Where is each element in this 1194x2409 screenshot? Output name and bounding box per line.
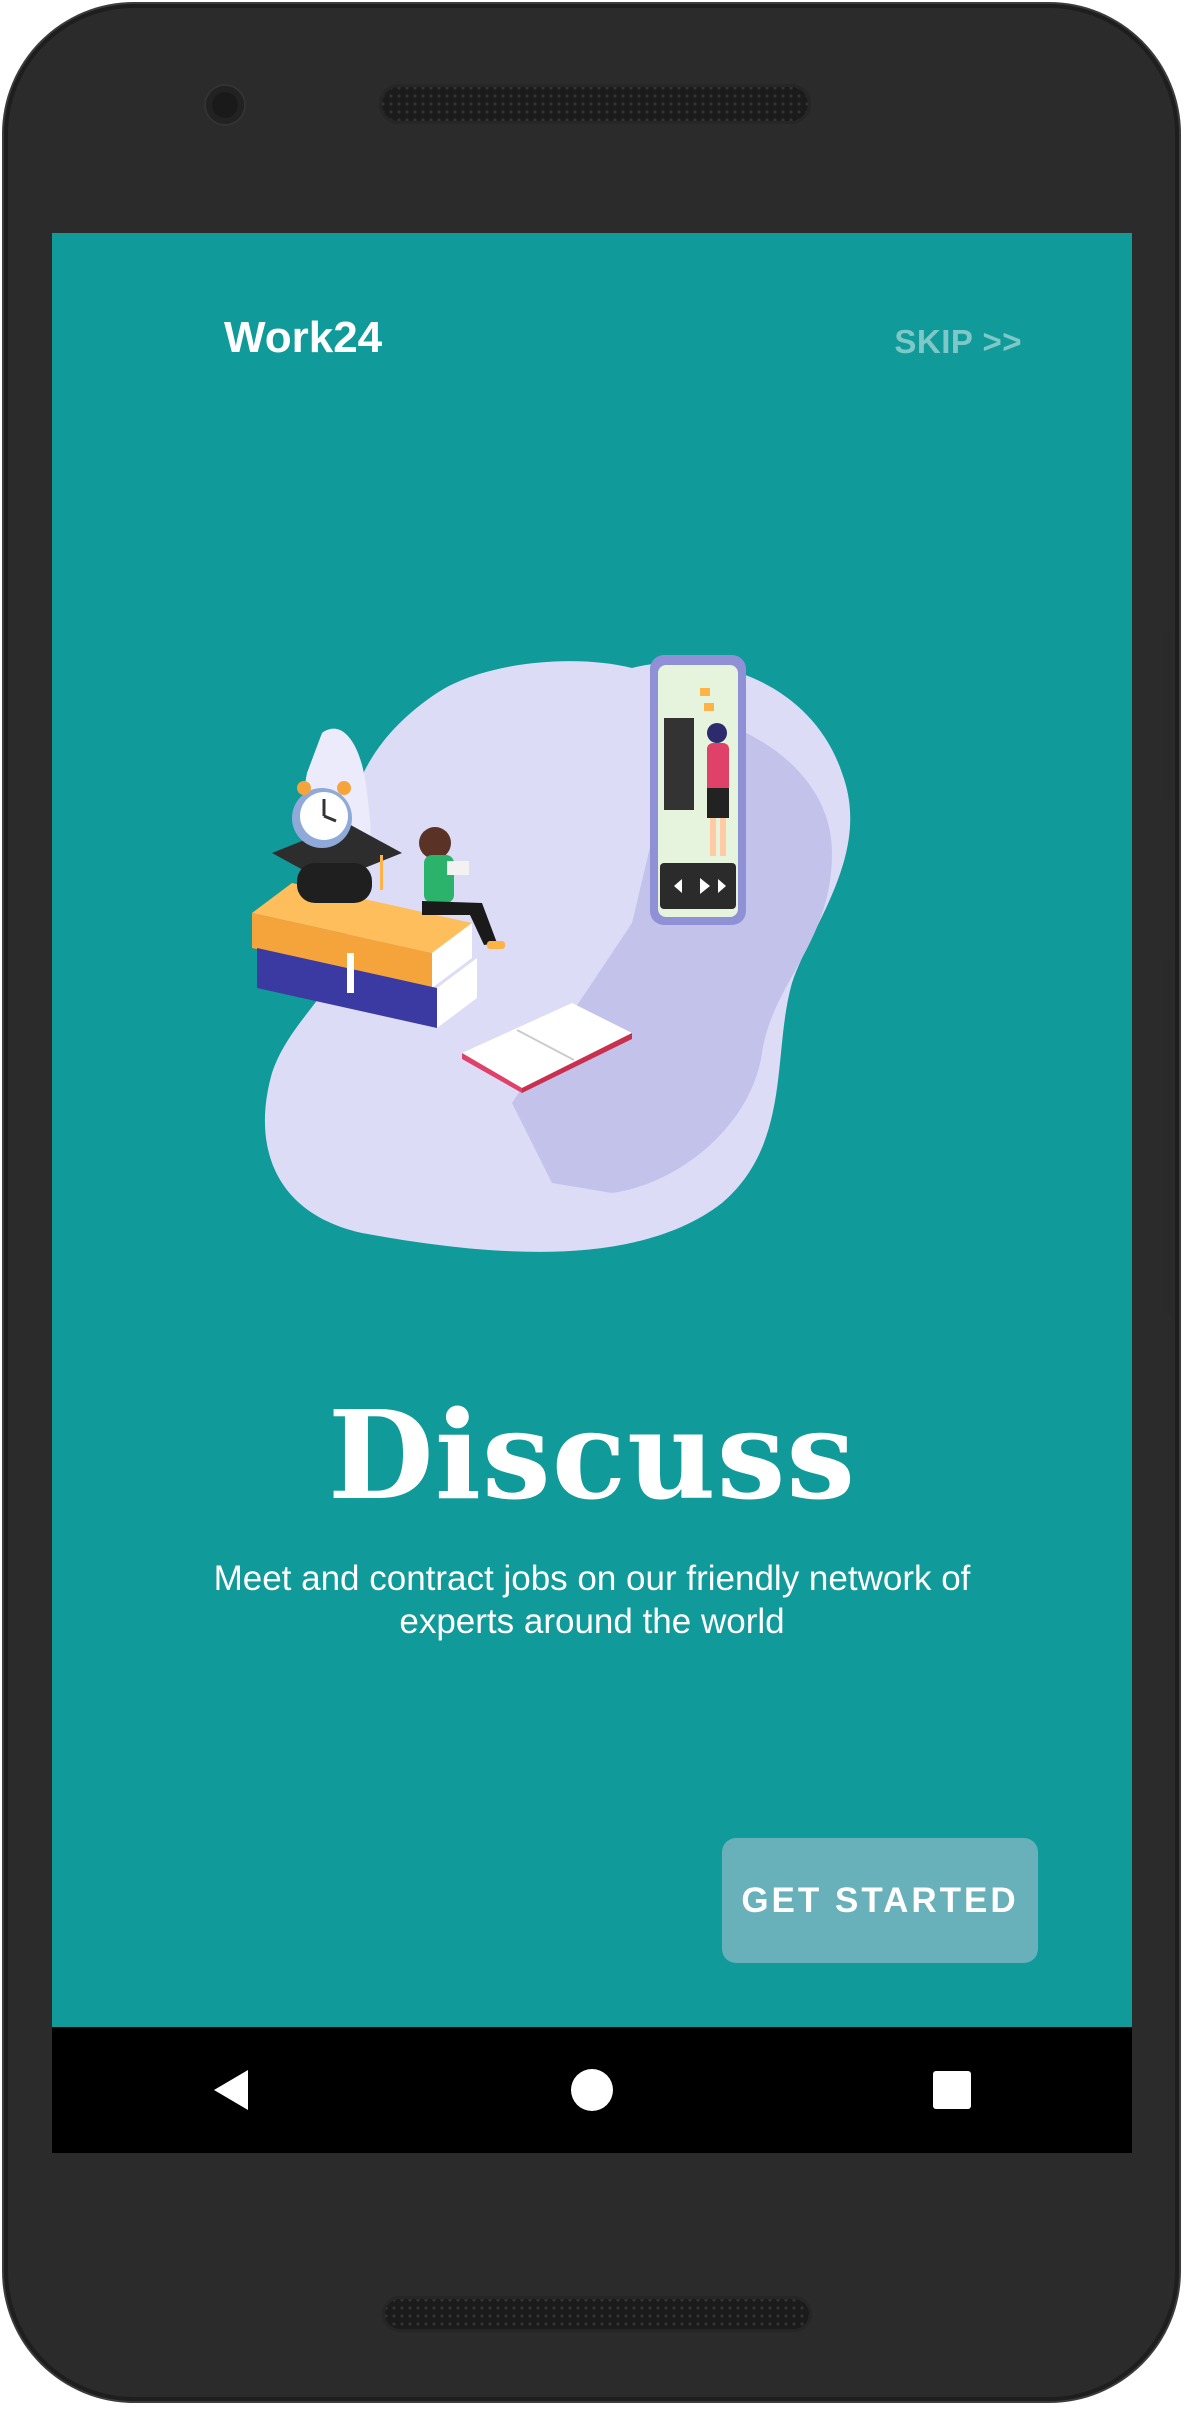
get-started-button[interactable]: GET STARTED xyxy=(722,1838,1038,1963)
bottom-speaker xyxy=(382,2296,812,2332)
onboarding-illustration xyxy=(252,655,851,1252)
home-circle-icon[interactable] xyxy=(552,2050,632,2130)
front-camera xyxy=(206,86,244,124)
skip-button[interactable]: SKIP >> xyxy=(894,323,1022,361)
app-brand: Work24 xyxy=(224,313,383,362)
system-navigation-bar xyxy=(52,2027,1132,2153)
onboarding-title: Discuss xyxy=(327,1383,857,1527)
volume-button xyxy=(1163,959,1173,1314)
onboarding-description: Meet and contract jobs on our friendly n… xyxy=(213,1559,971,1641)
onboarding-screen: Work24 SKIP >> Discuss Meet and contract… xyxy=(52,233,1132,2027)
earpiece-speaker xyxy=(379,84,811,124)
recents-square-icon[interactable] xyxy=(912,2050,992,2130)
power-button xyxy=(1163,629,1173,804)
smartphone-graphic xyxy=(650,655,746,925)
alarm-clock-graphic xyxy=(292,781,352,848)
back-triangle-icon[interactable] xyxy=(192,2050,272,2130)
